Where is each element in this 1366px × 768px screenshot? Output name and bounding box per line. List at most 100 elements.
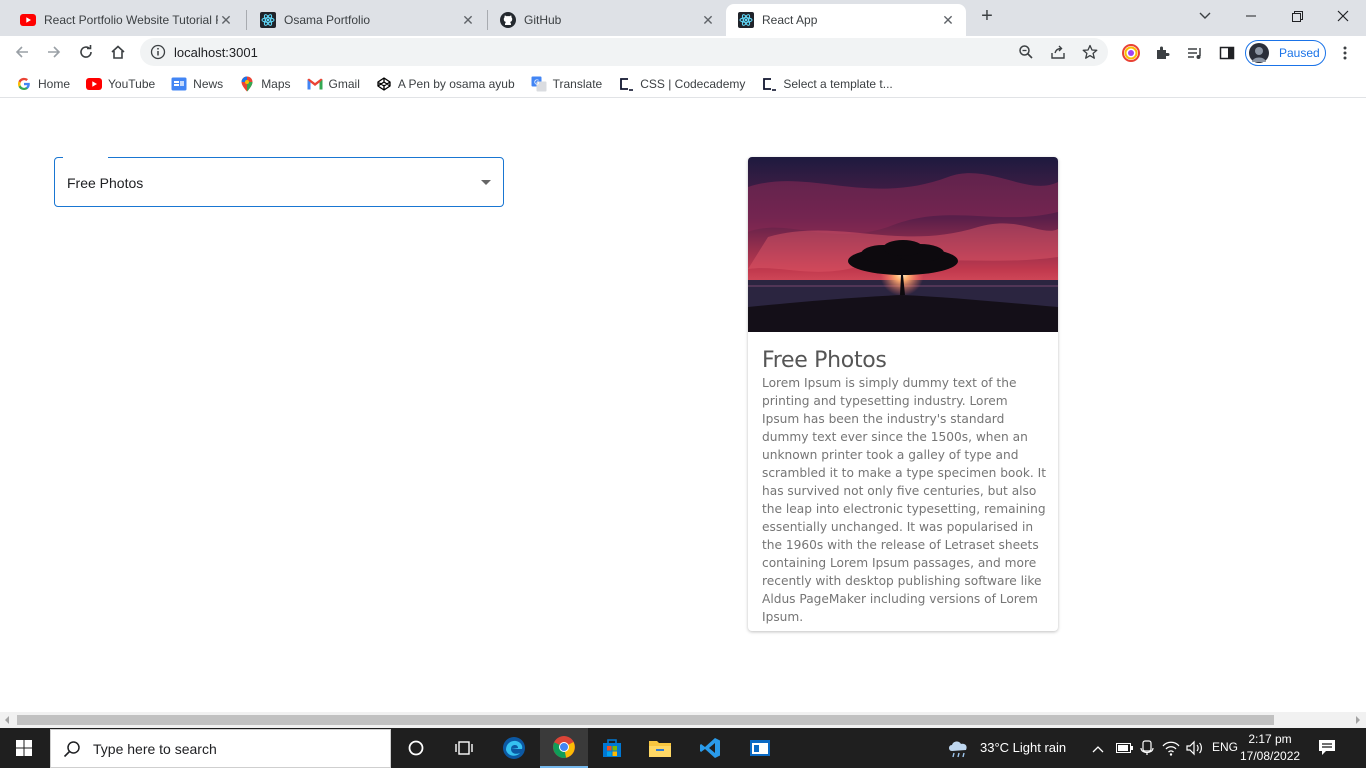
windows-taskbar: Type here to search 33°C Light rain ENG … — [0, 728, 1366, 768]
codecademy-icon — [761, 76, 777, 92]
weather-rain-icon[interactable] — [946, 738, 972, 761]
bookmark-label: Maps — [261, 76, 291, 91]
tab-search-chevron-icon[interactable] — [1182, 0, 1228, 32]
search-placeholder: Type here to search — [93, 740, 217, 757]
url-text: localhost:3001 — [174, 45, 258, 60]
bookmark-label: YouTube — [108, 76, 156, 91]
bookmark-label: CSS | Codecademy — [640, 76, 746, 91]
clock-time: 2:17 pm — [1248, 732, 1292, 746]
maps-pin-icon — [239, 76, 255, 92]
google-icon — [16, 76, 32, 92]
close-tab-icon[interactable]: ✕ — [940, 12, 956, 28]
clock[interactable]: 2:17 pm 17/08/2022 — [1240, 731, 1300, 765]
back-icon[interactable] — [10, 40, 34, 64]
site-info-icon[interactable] — [150, 44, 166, 63]
scroll-left-icon[interactable] — [5, 716, 9, 724]
youtube-icon — [86, 76, 103, 92]
cortana-icon[interactable] — [392, 728, 440, 768]
bookmark-label: Translate — [552, 76, 603, 91]
zoom-icon[interactable] — [1018, 44, 1034, 60]
tab-title: GitHub — [524, 13, 562, 27]
extensions-puzzle-icon[interactable] — [1154, 44, 1172, 62]
tab-separator — [246, 10, 247, 30]
language-indicator[interactable]: ENG — [1212, 740, 1238, 754]
horizontal-scrollbar[interactable] — [0, 712, 1366, 728]
notifications-icon[interactable] — [1318, 738, 1336, 759]
restore-window-icon[interactable] — [1274, 0, 1320, 32]
side-panel-icon[interactable] — [1218, 44, 1236, 62]
translate-icon: G — [531, 76, 547, 92]
new-tab-button[interactable]: + — [977, 6, 997, 27]
scroll-right-icon[interactable] — [1356, 716, 1360, 724]
card-description: Lorem Ipsum is simply dummy text of the … — [762, 376, 1047, 624]
battery-icon[interactable] — [1116, 742, 1134, 757]
windows-start-icon[interactable] — [0, 728, 48, 768]
minimize-window-icon[interactable] — [1228, 0, 1274, 32]
close-tab-icon[interactable]: ✕ — [700, 12, 716, 28]
close-tab-icon[interactable]: ✕ — [218, 12, 234, 28]
profile-status: Paused — [1279, 46, 1320, 60]
tab-react-app[interactable]: React App ✕ — [726, 4, 966, 36]
category-select[interactable]: Free Photos — [54, 156, 504, 207]
bookmark-label: Gmail — [328, 76, 360, 91]
tab-title: React App — [762, 13, 818, 27]
bookmark-label: A Pen by osama ayub — [397, 76, 515, 91]
media-control-icon[interactable] — [1186, 44, 1204, 62]
bookmark-codecademy-template[interactable]: Select a template t... — [761, 76, 893, 92]
meet-now-icon[interactable] — [1140, 740, 1154, 759]
window-app-icon[interactable] — [736, 728, 784, 768]
home-icon[interactable] — [106, 40, 130, 64]
weather-text[interactable]: 33°C Light rain — [980, 740, 1066, 755]
close-window-icon[interactable] — [1320, 0, 1366, 32]
photo-card: Free Photos Lorem Ipsum is simply dummy … — [748, 157, 1058, 631]
tab-react-portfolio-tutorial[interactable]: React Portfolio Website Tutorial F ✕ — [8, 4, 244, 36]
bookmarks-bar: Home YouTube News Maps Gmail A Pen by os… — [0, 70, 1366, 98]
profile-button[interactable]: Paused — [1245, 40, 1326, 66]
bookmark-codepen[interactable]: A Pen by osama ayub — [376, 76, 515, 92]
color-extension-icon[interactable] — [1122, 44, 1140, 62]
bookmark-gmail[interactable]: Gmail — [307, 76, 360, 92]
edge-icon[interactable] — [490, 728, 538, 768]
bookmark-home[interactable]: Home — [16, 76, 70, 92]
wifi-icon[interactable] — [1162, 740, 1180, 759]
react-icon — [260, 12, 276, 28]
youtube-icon — [20, 12, 36, 28]
address-bar[interactable]: localhost:3001 — [140, 38, 1108, 66]
browser-menu-icon[interactable] — [1336, 44, 1354, 62]
forward-icon[interactable] — [42, 40, 66, 64]
close-tab-icon[interactable]: ✕ — [460, 12, 476, 28]
tab-osama-portfolio[interactable]: Osama Portfolio ✕ — [248, 4, 486, 36]
dropdown-arrow-icon — [481, 180, 491, 185]
bookmark-label: Home — [38, 76, 71, 91]
show-hidden-icons-chevron-icon[interactable] — [1092, 742, 1104, 756]
google-news-icon — [171, 76, 187, 92]
search-icon — [63, 740, 81, 758]
tab-github[interactable]: GitHub ✕ — [488, 4, 726, 36]
bookmark-youtube[interactable]: YouTube — [86, 76, 155, 92]
scrollbar-thumb[interactable] — [17, 715, 1274, 725]
bookmark-codecademy-css[interactable]: CSS | Codecademy — [618, 76, 745, 92]
bookmark-label: Select a template t... — [783, 76, 893, 91]
react-icon — [738, 12, 754, 28]
bookmark-translate[interactable]: G Translate — [531, 76, 603, 92]
volume-icon[interactable] — [1186, 740, 1204, 759]
file-explorer-icon[interactable] — [636, 728, 684, 768]
card-title: Free Photos — [762, 348, 887, 373]
bookmark-news[interactable]: News — [171, 76, 223, 92]
share-icon[interactable] — [1050, 44, 1066, 60]
select-label-notch — [63, 156, 108, 159]
tab-title: Osama Portfolio — [284, 13, 371, 27]
microsoft-store-icon[interactable] — [588, 728, 636, 768]
browser-toolbar: localhost:3001 — [0, 36, 1366, 68]
bookmark-maps[interactable]: Maps — [239, 76, 291, 92]
taskbar-search-box[interactable]: Type here to search — [50, 729, 391, 768]
vscode-icon[interactable] — [686, 728, 734, 768]
gmail-icon — [307, 76, 323, 92]
task-view-icon[interactable] — [440, 728, 488, 768]
reload-icon[interactable] — [74, 40, 98, 64]
chrome-icon[interactable] — [540, 728, 588, 768]
codepen-icon — [376, 76, 392, 92]
bookmark-star-icon[interactable] — [1082, 44, 1098, 60]
select-value: Free Photos — [67, 175, 144, 191]
tab-title: React Portfolio Website Tutorial F — [44, 13, 218, 27]
